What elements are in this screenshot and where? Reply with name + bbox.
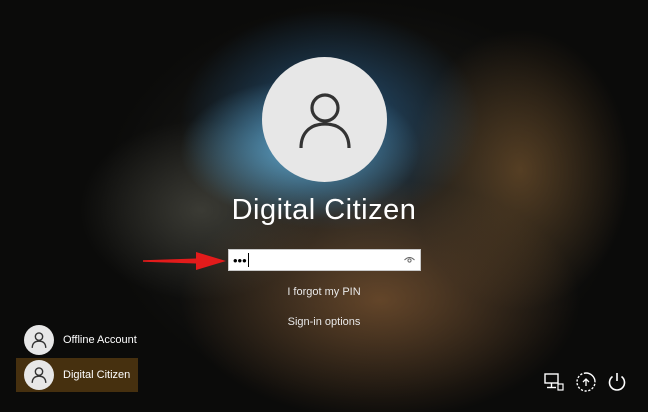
user-list-item-label: Digital Citizen bbox=[63, 369, 131, 381]
pin-input[interactable]: ••• bbox=[228, 249, 421, 271]
pin-masked-value: ••• bbox=[233, 252, 247, 268]
avatar bbox=[24, 325, 54, 355]
text-caret bbox=[247, 253, 249, 267]
avatar bbox=[24, 360, 54, 390]
user-list-item-label: Offline Account bbox=[63, 334, 137, 346]
user-name-heading: Digital Citizen bbox=[231, 194, 417, 226]
red-arrow-annotation bbox=[143, 252, 226, 270]
network-icon[interactable] bbox=[543, 371, 565, 393]
ease-of-access-icon[interactable] bbox=[575, 371, 597, 393]
user-list-item-offline-account[interactable]: Offline Account bbox=[16, 323, 138, 357]
user-silhouette-icon bbox=[31, 367, 47, 383]
user-list-item-digital-citizen[interactable]: Digital Citizen bbox=[16, 358, 138, 392]
user-silhouette-icon bbox=[298, 92, 351, 148]
eye-icon[interactable] bbox=[404, 256, 415, 264]
power-icon[interactable] bbox=[606, 371, 628, 393]
forgot-pin-link[interactable]: I forgot my PIN bbox=[0, 286, 648, 298]
user-avatar bbox=[262, 57, 387, 182]
user-silhouette-icon bbox=[31, 332, 47, 348]
